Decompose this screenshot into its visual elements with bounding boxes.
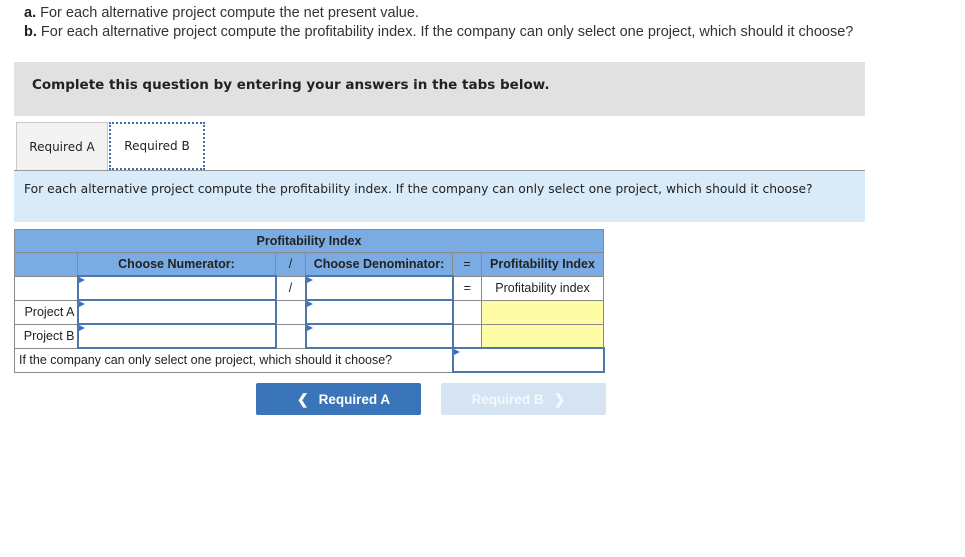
project-a-denominator-input[interactable]: [306, 301, 452, 323]
profitability-index-table: Profitability Index Choose Numerator: / …: [14, 229, 605, 373]
project-a-equals-blank: [452, 299, 482, 325]
project-b-denominator[interactable]: [304, 323, 454, 349]
formula-numerator-select[interactable]: [76, 275, 277, 301]
table-row: Project B: [14, 323, 604, 349]
project-a-denominator[interactable]: [304, 299, 454, 325]
next-required-b-button: Required B ❯: [441, 383, 606, 415]
project-a-numerator-input[interactable]: [78, 301, 275, 323]
choice-select[interactable]: [451, 347, 605, 373]
choice-input[interactable]: [453, 349, 603, 371]
tab-required-a[interactable]: Required A: [16, 122, 108, 170]
project-b-numerator-input[interactable]: [78, 325, 275, 347]
banner-text: Complete this question by entering your …: [32, 77, 550, 93]
header-numerator: Choose Numerator:: [77, 252, 276, 277]
tab-instruction: For each alternative project compute the…: [14, 171, 865, 222]
header-divide: /: [275, 252, 306, 277]
header-result: Profitability Index: [481, 252, 604, 277]
header-blank: [14, 252, 78, 277]
formula-label-blank: [14, 275, 78, 301]
formula-denominator-input[interactable]: [306, 277, 452, 299]
formula-denominator-select[interactable]: [304, 275, 454, 301]
tab-required-b[interactable]: Required B: [109, 122, 205, 170]
instructions-banner: Complete this question by entering your …: [14, 62, 865, 116]
next-button-label: Required B: [471, 391, 544, 407]
project-b-denominator-input[interactable]: [306, 325, 452, 347]
project-a-divide-blank: [275, 299, 306, 325]
project-b-numerator[interactable]: [76, 323, 277, 349]
prev-button-label: Required A: [318, 391, 391, 407]
question-line-a: a. For each alternative project compute …: [24, 5, 419, 21]
project-a-result: [481, 299, 604, 325]
project-b-divide-blank: [275, 323, 306, 349]
table-row: Project A: [14, 299, 604, 325]
header-equals: =: [452, 252, 482, 277]
formula-divide: /: [275, 275, 306, 301]
prev-required-a-button[interactable]: ❮ Required A: [256, 383, 421, 415]
project-b-equals-blank: [452, 323, 482, 349]
table-title: Profitability Index: [14, 229, 604, 253]
chevron-left-icon: ❮: [296, 390, 309, 407]
formula-result-label: Profitability index: [481, 275, 604, 301]
instruction-text: For each alternative project compute the…: [24, 182, 813, 196]
formula-equals: =: [452, 275, 482, 301]
chevron-right-icon: ❯: [553, 390, 566, 407]
choice-question: If the company can only select one proje…: [14, 347, 453, 373]
question-text: a. For each alternative project compute …: [24, 4, 853, 42]
header-denominator: Choose Denominator:: [305, 252, 453, 277]
question-line-b: b. For each alternative project compute …: [24, 24, 854, 40]
project-a-numerator[interactable]: [76, 299, 277, 325]
choice-row: If the company can only select one proje…: [14, 347, 605, 373]
project-b-result: [481, 323, 604, 349]
row-label-project-b: Project B: [14, 323, 78, 349]
row-label-project-a: Project A: [14, 299, 78, 325]
formula-numerator-input[interactable]: [78, 277, 275, 299]
formula-row: / = Profitability index: [14, 275, 604, 301]
